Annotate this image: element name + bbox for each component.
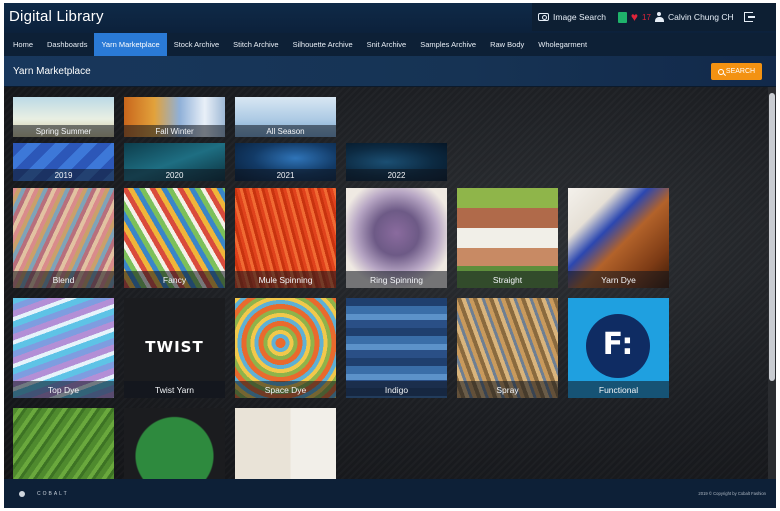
user-name[interactable]: Calvin Chung CH (668, 12, 734, 22)
nav-yarn-marketplace[interactable]: Yarn Marketplace (94, 33, 167, 56)
page-title: Yarn Marketplace (13, 66, 91, 77)
user-toolbar: Image Search ♥ 17 Calvin Chung CH (532, 3, 776, 31)
tile-blend[interactable]: Blend (13, 188, 114, 288)
nav-dashboards[interactable]: Dashboards (40, 33, 94, 56)
tile-label: 2021 (235, 169, 336, 181)
tile-all-season[interactable]: All Season (235, 97, 336, 137)
tile-label: Spring Summer (13, 125, 114, 137)
tile-label: Functional (568, 381, 669, 398)
tile-fall-winter[interactable]: Fall Winter (124, 97, 225, 137)
search-icon (717, 68, 724, 75)
tile-2020[interactable]: 2020 (124, 143, 225, 181)
tile-2021[interactable]: 2021 (235, 143, 336, 181)
tile-label: 2022 (346, 169, 447, 181)
tile-mule-spinning[interactable]: Mule Spinning (235, 188, 336, 288)
nav-samples-archive[interactable]: Samples Archive (413, 33, 483, 56)
app-title: Digital Library (9, 8, 104, 25)
nav-stitch-archive[interactable]: Stitch Archive (226, 33, 285, 56)
tile-label: Straight (457, 271, 558, 288)
tile-label: Top Dye (13, 381, 114, 398)
library-book-icon[interactable] (617, 11, 627, 23)
tile-2022[interactable]: 2022 (346, 143, 447, 181)
tile-ring-spinning[interactable]: Ring Spinning (346, 188, 447, 288)
camera-icon[interactable] (538, 13, 549, 21)
favorites-count: 17 (642, 12, 651, 22)
tile-label: 2020 (124, 169, 225, 181)
tile-label: Fall Winter (124, 125, 225, 137)
tile-functional[interactable]: F: Functional (568, 298, 669, 398)
twist-logo: TWIST (145, 338, 204, 356)
tile-label: Ring Spinning (346, 271, 447, 288)
tile-label: Yarn Dye (568, 271, 669, 288)
logout-icon[interactable] (743, 12, 755, 22)
nav-stock-archive[interactable]: Stock Archive (167, 33, 226, 56)
tile-label: Blend (13, 271, 114, 288)
tile-label: 2019 (13, 169, 114, 181)
tile-label: Fancy (124, 271, 225, 288)
tile-twist-yarn[interactable]: TWIST Twist Yarn (124, 298, 225, 398)
tile-label: Twist Yarn (124, 381, 225, 398)
user-icon (654, 12, 664, 22)
tile-row3-green-graphic[interactable] (124, 408, 225, 479)
tile-spray[interactable]: Spray (457, 298, 558, 398)
tile-space-dye[interactable]: Space Dye (235, 298, 336, 398)
tile-label: Mule Spinning (235, 271, 336, 288)
tile-label: All Season (235, 125, 336, 137)
image-search-link[interactable]: Image Search (553, 12, 606, 22)
footer-copyright: 2019 © Copyright by Cobalt Fashion (698, 491, 766, 496)
tile-row3-yarn-cones[interactable] (235, 408, 336, 479)
search-button[interactable]: SEARCH (711, 63, 762, 80)
tile-label: Space Dye (235, 381, 336, 398)
tile-2019[interactable]: 2019 (13, 143, 114, 181)
tile-yarn-dye[interactable]: Yarn Dye (568, 188, 669, 288)
functional-logo-icon: F: (586, 314, 650, 378)
footer-brand: COBALT (37, 491, 69, 497)
nav-home[interactable]: Home (6, 33, 40, 56)
nav-silhouette-archive[interactable]: Silhouette Archive (286, 33, 360, 56)
tile-label: Spray (457, 381, 558, 398)
nav-raw-body[interactable]: Raw Body (483, 33, 531, 56)
tile-indigo[interactable]: Indigo (346, 298, 447, 398)
search-button-label: SEARCH (725, 68, 756, 75)
tile-fancy[interactable]: Fancy (124, 188, 225, 288)
app-window: Digital Library Image Search ♥ 17 Calvin… (4, 3, 776, 508)
tile-row3-leaf[interactable] (13, 408, 114, 479)
tile-straight[interactable]: Straight (457, 188, 558, 288)
nav-snit-archive[interactable]: Snit Archive (360, 33, 414, 56)
top-bar: Digital Library Image Search ♥ 17 Calvin… (4, 3, 776, 33)
heart-icon[interactable]: ♥ (631, 11, 638, 23)
cobalt-logo-icon (19, 491, 25, 497)
category-grid: Spring Summer Fall Winter All Season 201… (4, 87, 776, 479)
nav-wholegarment[interactable]: Wholegarment (531, 33, 594, 56)
tile-spring-summer[interactable]: Spring Summer (13, 97, 114, 137)
tile-label: Indigo (346, 381, 447, 398)
main-nav: Home Dashboards Yarn Marketplace Stock A… (4, 33, 776, 56)
tile-top-dye[interactable]: Top Dye (13, 298, 114, 398)
scrollbar-thumb[interactable] (769, 93, 775, 381)
page-scrollbar[interactable] (768, 87, 776, 479)
page-header: Yarn Marketplace SEARCH (4, 56, 776, 87)
footer: COBALT 2019 © Copyright by Cobalt Fashio… (4, 479, 776, 508)
